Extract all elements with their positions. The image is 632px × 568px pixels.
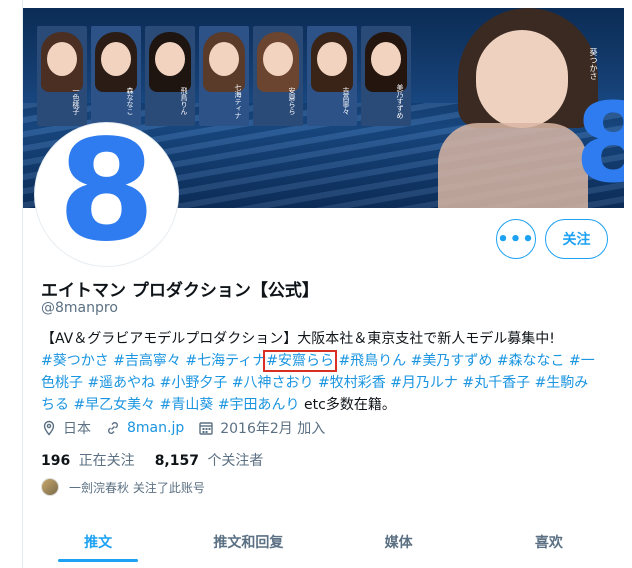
hashtag-link[interactable]: 色桃子 xyxy=(41,375,83,391)
more-icon: ••• xyxy=(497,228,535,250)
banner-model-name: 森ななこ xyxy=(126,87,134,115)
profile-avatar[interactable]: 8 xyxy=(35,123,178,266)
banner-model-name: 美乃すずめ xyxy=(396,83,404,119)
hashtag-link[interactable]: #小野夕子 xyxy=(160,375,228,391)
follower-avatar xyxy=(41,478,59,496)
bio-suffix: etc多数在籍。 xyxy=(304,397,396,413)
hashtag-link[interactable]: ちる xyxy=(41,397,69,413)
following-label: 正在关注 xyxy=(78,453,135,469)
profile-meta: 日本 8man.jp 2016年2月 加入 xyxy=(41,418,339,438)
banner-model-name: 七海ティナ xyxy=(234,83,242,119)
hashtag-link[interactable]: #美乃すずめ xyxy=(411,353,493,369)
hashtag-link[interactable]: #吉高寧々 xyxy=(113,353,181,369)
banner-model-thumb: 安齋らら xyxy=(253,26,303,126)
follow-button[interactable]: 关注 xyxy=(545,219,608,259)
following-count: 196 xyxy=(41,453,71,469)
followers-count: 8,157 xyxy=(154,453,199,469)
follow-stats: 196 正在关注 8,157 个关注者 xyxy=(41,450,283,470)
bio-line: 色桃子 #遥あやね #小野夕子 #八神さおり #牧村彩香 #月乃ルナ #丸千香子… xyxy=(41,372,611,394)
hashtag-link[interactable]: #牧村彩香 xyxy=(318,375,386,391)
banner-model-name: 飛鳥りん xyxy=(180,87,188,115)
profile-display-name: エイトマン プロダクション【公式】 xyxy=(41,281,319,301)
more-options-button[interactable]: ••• xyxy=(496,219,536,259)
banner-model-thumb: 一色桃子 xyxy=(37,26,87,126)
banner-model-name: 一色桃子 xyxy=(72,87,80,115)
hashtag-link-highlighted[interactable]: #安齋らら xyxy=(263,350,337,372)
banner-model-name: 吉高寧々 xyxy=(342,87,350,115)
bio-line: 【AV＆グラビアモデルプロダクション】大阪本社＆東京支社で新人モデル募集中! xyxy=(41,331,555,347)
tab-tweets[interactable]: 推文 xyxy=(23,515,173,568)
avatar-logo-mark: 8 xyxy=(57,123,156,266)
website-link[interactable]: 8man.jp xyxy=(127,420,184,436)
hashtag-link[interactable]: #八神さおり xyxy=(232,375,314,391)
hashtag-link[interactable]: #一 xyxy=(569,353,595,369)
tab-media[interactable]: 媒体 xyxy=(324,515,474,568)
joined-item: 2016年2月 加入 xyxy=(198,418,325,438)
profile-bio: 【AV＆グラビアモデルプロダクション】大阪本社＆東京支社で新人モデル募集中! #… xyxy=(41,328,611,416)
hashtag-link[interactable]: #葵つかさ xyxy=(41,353,109,369)
hashtag-link[interactable]: #早乙女美々 xyxy=(73,397,155,413)
hashtag-link[interactable]: #七海ティナ xyxy=(185,353,266,369)
profile-handle: @8manpro xyxy=(41,300,118,316)
bio-line: #葵つかさ #吉高寧々 #七海ティナ#安齋らら #飛鳥りん #美乃すずめ #森な… xyxy=(41,350,611,372)
hashtag-link[interactable]: #宇田あんり xyxy=(218,397,300,413)
banner-brand-mark: 8 xyxy=(575,79,624,207)
hashtag-link[interactable]: #生駒み xyxy=(535,375,589,391)
link-icon xyxy=(108,422,118,434)
banner-hero-figure xyxy=(418,8,598,208)
hashtag-link[interactable]: #遥あやね xyxy=(87,375,155,391)
location-text: 日本 xyxy=(63,421,91,437)
profile-tabs: 推文 推文和回复 媒体 喜欢 xyxy=(23,515,624,568)
banner-model-thumb: 美乃すずめ xyxy=(361,26,411,126)
website-item: 8man.jp xyxy=(105,420,184,436)
followed-by-row[interactable]: 一劍浣春秋 关注了此账号 xyxy=(41,478,205,496)
hashtag-link[interactable]: #青山葵 xyxy=(160,397,214,413)
bio-line: ちる #早乙女美々 #青山葵 #宇田あんり etc多数在籍。 xyxy=(41,394,611,416)
hashtag-link[interactable]: #丸千香子 xyxy=(462,375,530,391)
following-stat[interactable]: 196 正在关注 xyxy=(41,450,135,470)
followers-stat[interactable]: 8,157 个关注者 xyxy=(155,450,264,470)
banner-model-thumb: 吉高寧々 xyxy=(307,26,357,126)
banner-hero-name: 葵つかさ xyxy=(589,48,598,80)
hashtag-link[interactable]: #月乃ルナ xyxy=(390,375,458,391)
location-item: 日本 xyxy=(41,418,91,438)
tab-likes[interactable]: 喜欢 xyxy=(474,515,624,568)
banner-model-thumb: 森ななこ xyxy=(91,26,141,126)
banner-model-thumb: 七海ティナ xyxy=(199,26,249,126)
tab-tweets-and-replies[interactable]: 推文和回复 xyxy=(173,515,323,568)
banner-model-thumbnails: 一色桃子 森ななこ 飛鳥りん 七海ティナ 安齋らら 吉高寧々 美乃すずめ xyxy=(37,26,411,126)
profile-page: 一色桃子 森ななこ 飛鳥りん 七海ティナ 安齋らら 吉高寧々 美乃すずめ 葵つか… xyxy=(0,0,632,568)
hashtag-link[interactable]: #森ななこ xyxy=(497,353,565,369)
calendar-icon xyxy=(199,422,213,435)
banner-model-name: 安齋らら xyxy=(288,87,296,115)
hashtag-link[interactable]: #飛鳥りん xyxy=(338,353,406,369)
banner-model-thumb: 飛鳥りん xyxy=(145,26,195,126)
followers-label: 个关注者 xyxy=(207,453,264,469)
joined-text: 2016年2月 加入 xyxy=(220,421,326,437)
followed-by-text: 一劍浣春秋 关注了此账号 xyxy=(69,480,205,495)
location-pin-icon xyxy=(43,420,55,436)
